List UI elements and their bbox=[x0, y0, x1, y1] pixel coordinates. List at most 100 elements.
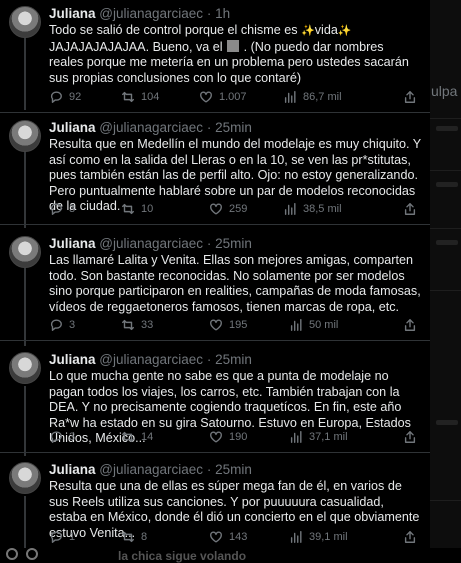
tweet-header: Juliana @julianagarciaec · 25min bbox=[49, 236, 252, 252]
reply-button[interactable]: 3 bbox=[49, 430, 75, 444]
like-count: 143 bbox=[229, 531, 248, 543]
tweet-time[interactable]: 25min bbox=[215, 120, 252, 135]
thread-line bbox=[24, 150, 26, 228]
share-icon bbox=[404, 319, 416, 331]
tweet-time[interactable]: 25min bbox=[215, 462, 252, 477]
like-button[interactable]: 1.007 bbox=[199, 90, 247, 104]
divider bbox=[0, 452, 430, 453]
reply-count: 3 bbox=[69, 319, 76, 331]
tweet-header: Juliana @julianagarciaec · 1h bbox=[49, 6, 230, 22]
heart-icon bbox=[210, 531, 222, 543]
retweet-count: 8 bbox=[141, 531, 148, 543]
author-handle[interactable]: @julianagarciaec bbox=[99, 120, 203, 135]
avatar[interactable] bbox=[9, 120, 41, 152]
separator-dot: · bbox=[206, 352, 212, 367]
like-button[interactable]: 190 bbox=[209, 430, 247, 444]
author-handle[interactable]: @julianagarciaec bbox=[99, 6, 203, 21]
views-icon bbox=[290, 531, 302, 543]
share-button[interactable] bbox=[403, 202, 417, 216]
views-icon bbox=[284, 91, 296, 103]
author-name[interactable]: Juliana bbox=[49, 352, 96, 367]
tweet-header: Juliana @julianagarciaec · 25min bbox=[49, 352, 252, 368]
share-button[interactable] bbox=[403, 530, 417, 544]
tweet-text-part: JAJAJAJAJAJAA. Bueno, va el bbox=[49, 39, 227, 54]
author-name[interactable]: Juliana bbox=[49, 462, 96, 477]
retweet-button[interactable]: 14 bbox=[121, 430, 153, 444]
reply-button[interactable]: 3 bbox=[49, 202, 75, 216]
heart-icon bbox=[210, 319, 222, 331]
divider bbox=[0, 224, 430, 225]
tweet-actions: 92 104 1.007 86,7 mil bbox=[49, 90, 421, 106]
tea-emoji-icon bbox=[227, 39, 240, 52]
like-button[interactable]: 143 bbox=[209, 530, 247, 544]
avatar[interactable] bbox=[9, 462, 41, 494]
avatar[interactable] bbox=[9, 236, 41, 268]
author-handle[interactable]: @julianagarciaec bbox=[99, 236, 203, 251]
retweet-count: 10 bbox=[141, 203, 154, 215]
views-button[interactable]: 86,7 mil bbox=[283, 90, 342, 104]
author-name[interactable]: Juliana bbox=[49, 236, 96, 251]
share-button[interactable] bbox=[403, 430, 417, 444]
retweet-count: 14 bbox=[141, 431, 154, 443]
reply-count: 92 bbox=[69, 91, 82, 103]
reply-icon bbox=[50, 91, 62, 103]
next-account-name[interactable]: la chica sigue volando bbox=[118, 549, 246, 563]
right-panel-text: ulpa c bbox=[431, 83, 461, 99]
views-icon bbox=[284, 203, 296, 215]
placeholder-block bbox=[436, 420, 458, 425]
like-count: 259 bbox=[229, 203, 248, 215]
reply-count: 3 bbox=[69, 431, 76, 443]
retweet-button[interactable]: 8 bbox=[121, 530, 147, 544]
like-count: 1.007 bbox=[219, 91, 247, 103]
refresh-icon[interactable] bbox=[26, 548, 38, 560]
views-count: 38,5 mil bbox=[303, 203, 342, 215]
separator-dot: · bbox=[206, 6, 212, 21]
divider bbox=[430, 228, 461, 229]
tweet-text-part: vida bbox=[314, 23, 338, 37]
views-button[interactable]: 37,1 mil bbox=[289, 430, 348, 444]
divider bbox=[430, 170, 461, 171]
retweet-icon bbox=[122, 431, 134, 443]
thread-line bbox=[24, 268, 26, 346]
retweet-icon bbox=[122, 91, 134, 103]
tweet-text: Las llamaré Lalita y Venita. Ellas son m… bbox=[49, 253, 421, 314]
divider bbox=[0, 340, 430, 341]
share-button[interactable] bbox=[403, 90, 417, 104]
author-handle[interactable]: @julianagarciaec bbox=[99, 352, 203, 367]
retweet-icon bbox=[122, 319, 134, 331]
author-name[interactable]: Juliana bbox=[49, 120, 96, 135]
views-button[interactable]: 50 mil bbox=[289, 318, 338, 332]
retweet-button[interactable]: 10 bbox=[121, 202, 153, 216]
separator-dot: · bbox=[206, 236, 212, 251]
tweet-time[interactable]: 25min bbox=[215, 352, 252, 367]
retweet-button[interactable]: 104 bbox=[121, 90, 159, 104]
tweet-time[interactable]: 25min bbox=[215, 236, 252, 251]
reply-button[interactable]: 92 bbox=[49, 90, 81, 104]
author-handle[interactable]: @julianagarciaec bbox=[99, 462, 203, 477]
like-button[interactable]: 195 bbox=[209, 318, 247, 332]
tweet-text: Todo se salió de control porque el chism… bbox=[49, 23, 421, 86]
like-count: 190 bbox=[229, 431, 248, 443]
retweet-button[interactable]: 33 bbox=[121, 318, 153, 332]
bookmark-icon[interactable] bbox=[6, 548, 18, 560]
tweet-time[interactable]: 1h bbox=[215, 6, 230, 21]
reply-icon bbox=[50, 203, 62, 215]
avatar[interactable] bbox=[9, 352, 41, 384]
share-button[interactable] bbox=[403, 318, 417, 332]
divider bbox=[430, 118, 461, 119]
retweet-icon bbox=[122, 203, 134, 215]
divider bbox=[430, 290, 461, 291]
reply-button[interactable]: 3 bbox=[49, 318, 75, 332]
reply-button[interactable]: 1 bbox=[49, 530, 75, 544]
tweet-actions: 1 8 143 39,1 mil bbox=[49, 530, 421, 546]
thread-line bbox=[24, 496, 26, 556]
retweet-count: 104 bbox=[141, 91, 160, 103]
avatar[interactable] bbox=[9, 6, 41, 38]
author-name[interactable]: Juliana bbox=[49, 6, 96, 21]
views-button[interactable]: 39,1 mil bbox=[289, 530, 348, 544]
placeholder-block bbox=[436, 126, 458, 131]
tweet-actions: 3 14 190 37,1 mil bbox=[49, 430, 421, 446]
like-button[interactable]: 259 bbox=[209, 202, 247, 216]
placeholder-block bbox=[436, 182, 458, 187]
views-button[interactable]: 38,5 mil bbox=[283, 202, 342, 216]
